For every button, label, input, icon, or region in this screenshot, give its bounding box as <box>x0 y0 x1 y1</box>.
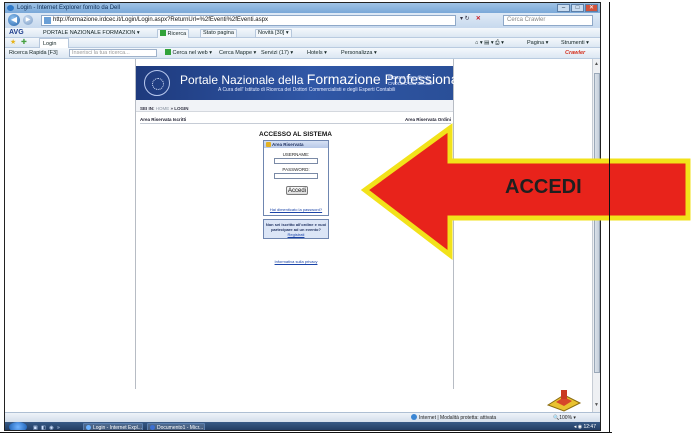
annotation-arrow <box>360 123 691 261</box>
arrow-label: ACCEDI <box>505 176 582 198</box>
outer-border-bottom <box>0 432 612 433</box>
outer-border-right <box>609 2 610 433</box>
